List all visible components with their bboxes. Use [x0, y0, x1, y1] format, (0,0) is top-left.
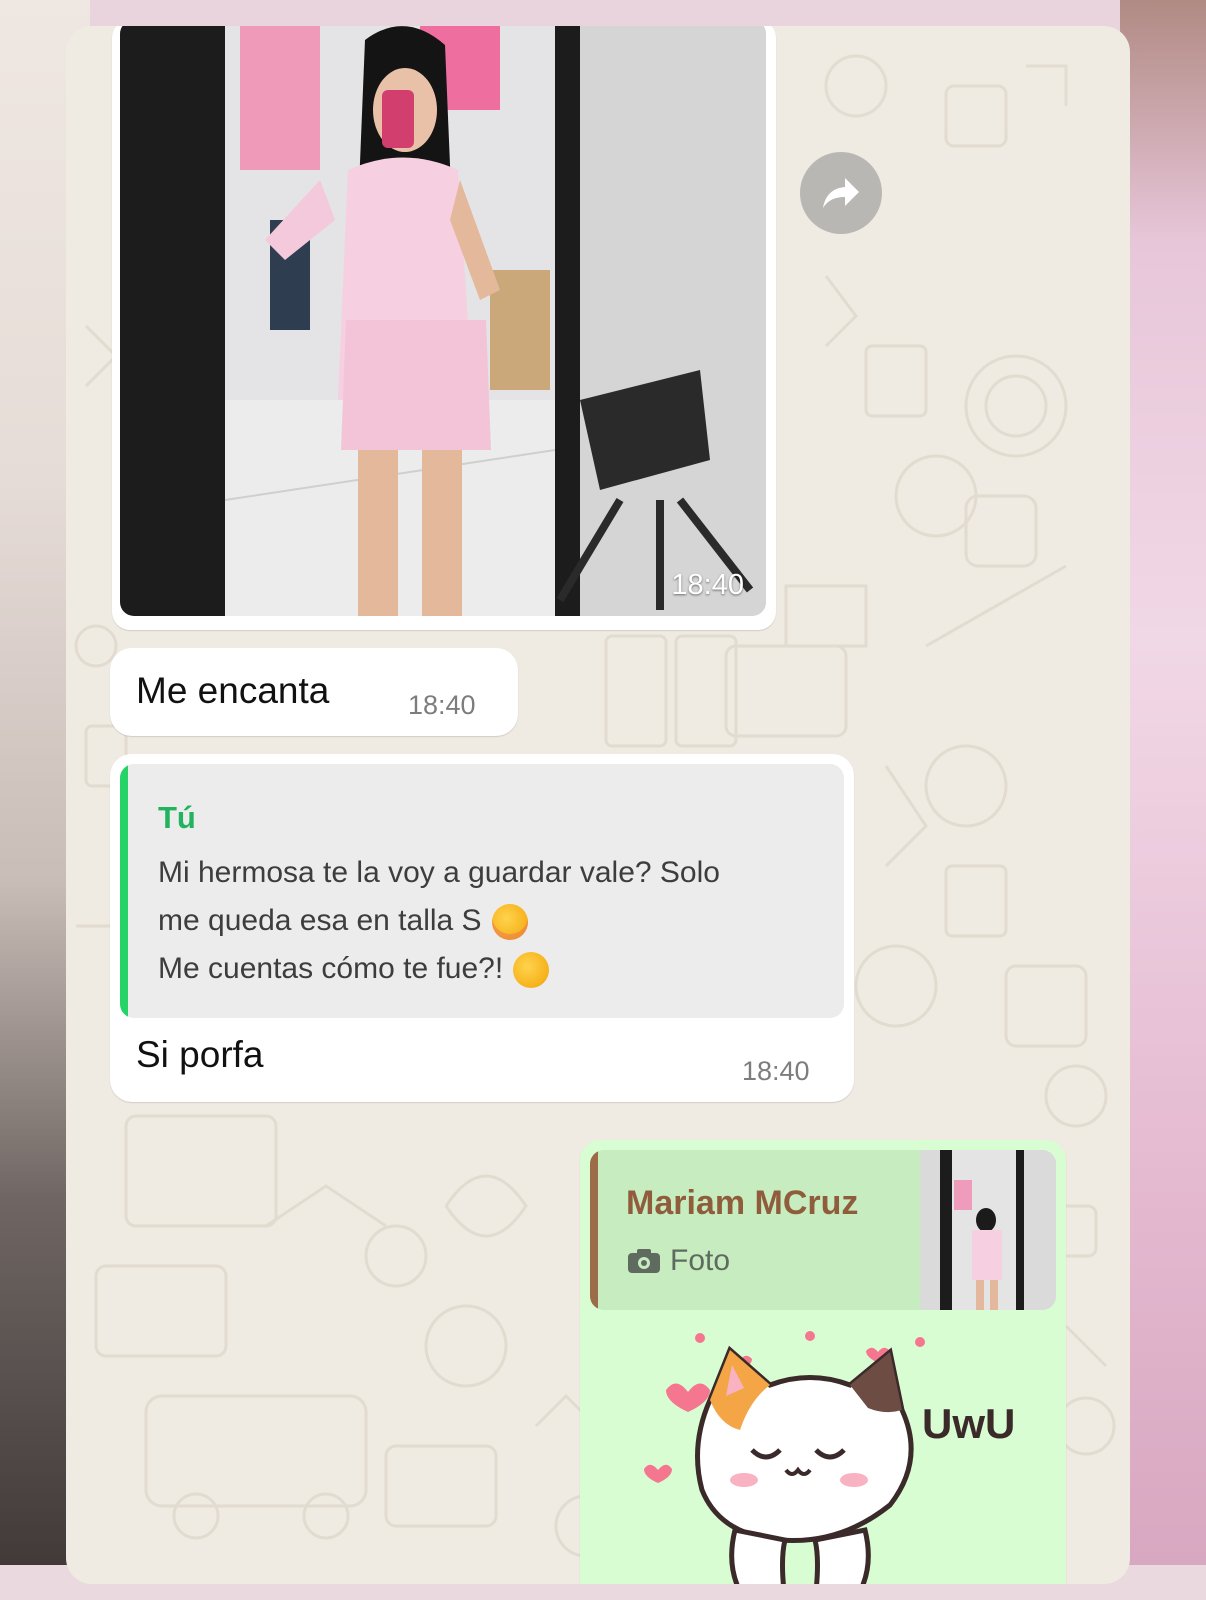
quote-line-with-emoji: Me cuentas cómo te fue?!	[158, 952, 550, 989]
replied-photo-quote[interactable]: Mariam MCruz Foto	[590, 1150, 1056, 1310]
star-struck-emoji-icon	[513, 952, 550, 989]
quote-accent-bar	[590, 1150, 598, 1310]
quote-line-text: Me cuentas cómo te fue?!	[158, 952, 504, 985]
forward-button[interactable]	[800, 152, 882, 234]
reply-type-label: Foto	[670, 1244, 731, 1277]
quote-line-with-emoji: me queda esa en talla S	[158, 904, 528, 941]
image-message[interactable]: 18:40	[112, 26, 776, 630]
camera-icon	[628, 1249, 660, 1273]
shared-photo[interactable]: 18:40	[120, 26, 766, 616]
image-timestamp: 18:40	[671, 569, 744, 601]
sticker-text: UwU	[922, 1400, 1015, 1447]
quote-line: Mi hermosa te la voy a guardar vale? Sol…	[158, 856, 720, 889]
message-text: Me encanta	[136, 670, 330, 711]
quote-accent-bar	[120, 764, 128, 1018]
outgoing-message[interactable]: Mariam MCruz Foto UwU	[580, 1140, 1066, 1584]
smiling-face-with-hearts-emoji-icon	[491, 904, 528, 941]
incoming-reply-message[interactable]: Tú Mi hermosa te la voy a guardar vale? …	[110, 754, 854, 1102]
incoming-message[interactable]: Me encanta 18:40	[110, 648, 518, 736]
message-text: Si porfa	[136, 1034, 264, 1075]
quote-line-text: me queda esa en talla S	[158, 904, 482, 937]
message-time: 18:40	[742, 1056, 810, 1086]
quoted-message[interactable]: Tú Mi hermosa te la voy a guardar vale? …	[120, 764, 844, 1018]
uwu-cat-sticker[interactable]: UwU	[640, 1330, 1020, 1584]
reply-author: Mariam MCruz	[626, 1184, 859, 1222]
quote-author: Tú	[158, 800, 196, 835]
message-time: 18:40	[408, 690, 476, 720]
photo-illustration	[120, 26, 766, 616]
reply-type: Foto	[626, 1244, 730, 1278]
chat-panel: 18:40 Me encanta 18:40 Tú Mi hermosa te …	[66, 26, 1130, 1584]
reply-photo-thumbnail	[920, 1150, 1056, 1310]
background-photo-right	[1120, 0, 1206, 1600]
forward-arrow-icon	[823, 178, 859, 208]
